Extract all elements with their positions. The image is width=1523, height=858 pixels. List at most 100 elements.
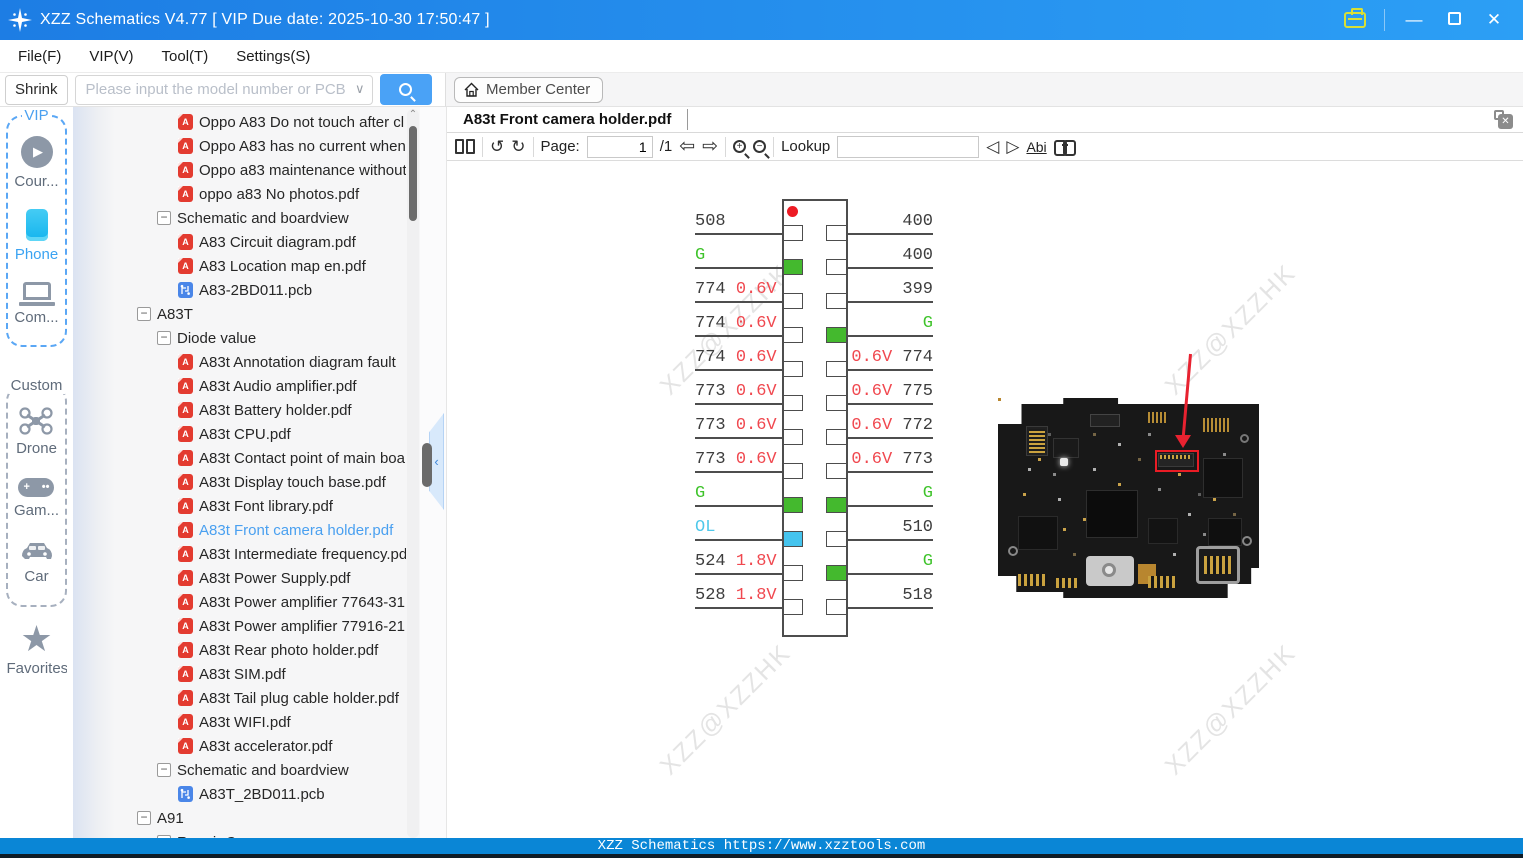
- rotate-right-icon[interactable]: ↻: [511, 138, 525, 155]
- pin-lead-line: [695, 539, 783, 541]
- shrink-button[interactable]: Shrink: [5, 75, 68, 105]
- chevron-down-icon[interactable]: ∨: [355, 81, 365, 97]
- tree-item[interactable]: AA83t Audio amplifier.pdf: [73, 374, 406, 398]
- maximize-button[interactable]: [1443, 10, 1465, 30]
- lookup-label: Lookup: [781, 138, 830, 155]
- pin-lead-line: [847, 573, 933, 575]
- connector-pin-right: [826, 225, 847, 241]
- rotate-left-icon[interactable]: ↺: [490, 138, 504, 155]
- highlight-box: [1155, 450, 1199, 472]
- page-number-input[interactable]: [587, 136, 653, 158]
- pdf-icon: A: [178, 738, 193, 754]
- pin-lead-line: [847, 539, 933, 541]
- sidebar-item-drone[interactable]: Drone: [16, 407, 57, 457]
- tree-item[interactable]: −Repair Case: [73, 830, 406, 838]
- tree-item[interactable]: AA83t Annotation diagram fault: [73, 350, 406, 374]
- sidebar-item-car[interactable]: Car: [19, 539, 55, 585]
- sidebar-item-game[interactable]: +•• Gam...: [14, 478, 59, 519]
- menu-file[interactable]: File(F): [4, 48, 75, 65]
- tree-item[interactable]: AA83t Front camera holder.pdf: [73, 518, 406, 542]
- menu-tool[interactable]: Tool(T): [148, 48, 223, 65]
- connector-pin-right: [826, 599, 847, 615]
- page-back-icon[interactable]: ⇦: [679, 137, 695, 156]
- sidebar-item-favorites[interactable]: ★ Favorites: [0, 622, 73, 677]
- tree-item[interactable]: A83-2BD011.pcb: [73, 278, 406, 302]
- collapse-icon[interactable]: −: [137, 307, 151, 321]
- splitter-scrollbar-thumb[interactable]: [422, 443, 432, 487]
- menu-settings[interactable]: Settings(S): [222, 48, 324, 65]
- tab-label: A83t Front camera holder.pdf: [463, 111, 671, 128]
- tree-item[interactable]: AA83t Power amplifier 77916-21.: [73, 614, 406, 638]
- tab-front-camera-holder[interactable]: A83t Front camera holder.pdf: [447, 107, 687, 132]
- panel-splitter[interactable]: ‹: [420, 107, 446, 838]
- tree-item[interactable]: AA83t Font library.pdf: [73, 494, 406, 518]
- tree-item[interactable]: AA83t accelerator.pdf: [73, 734, 406, 758]
- text-select-abi-icon[interactable]: Abi: [1026, 139, 1046, 155]
- tree-item[interactable]: −A91: [73, 806, 406, 830]
- search-input[interactable]: [75, 75, 373, 105]
- tree-item[interactable]: AA83t Display touch base.pdf: [73, 470, 406, 494]
- tree-item[interactable]: AA83t WIFI.pdf: [73, 710, 406, 734]
- pdf-icon: A: [178, 114, 193, 130]
- minimize-button[interactable]: —: [1403, 10, 1425, 30]
- close-button[interactable]: ✕: [1483, 10, 1505, 30]
- pin-label-right: 510: [847, 518, 933, 537]
- tree-item[interactable]: AA83t Intermediate frequency.pd: [73, 542, 406, 566]
- pdf-viewer[interactable]: XZZ@XZZHK XZZ@XZZHK XZZ@XZZHK XZZ@XZZHK …: [447, 161, 1523, 838]
- pin-lead-line: [695, 369, 783, 371]
- close-all-tabs-button[interactable]: ✕: [1494, 110, 1513, 129]
- search-area: Shrink ∨: [0, 73, 446, 107]
- titlebar-divider: [1384, 9, 1385, 31]
- tree-item[interactable]: AOppo A83 Do not touch after cl: [73, 110, 406, 134]
- zoom-out-icon[interactable]: −: [753, 140, 766, 153]
- connector-pin-left: [783, 361, 803, 377]
- tree-item[interactable]: AA83t Contact point of main boa: [73, 446, 406, 470]
- tree-item[interactable]: Aoppo a83 No photos.pdf: [73, 182, 406, 206]
- tree-item[interactable]: AA83t Battery holder.pdf: [73, 398, 406, 422]
- tree-item[interactable]: −Schematic and boardview: [73, 758, 406, 782]
- pdf-icon: A: [178, 522, 193, 538]
- find-previous-icon[interactable]: ◁: [986, 138, 999, 155]
- vip-briefcase-icon[interactable]: [1344, 12, 1366, 28]
- tree-item[interactable]: −A83T: [73, 302, 406, 326]
- lookup-input[interactable]: [837, 136, 979, 158]
- tree-item[interactable]: −Diode value: [73, 326, 406, 350]
- pin-label-right: 0.6V 774: [847, 348, 933, 367]
- sidebar-item-phone[interactable]: Phone: [15, 209, 58, 263]
- collapse-icon[interactable]: −: [157, 211, 171, 225]
- search-button[interactable]: [380, 74, 432, 105]
- tree-scrollbar[interactable]: ⌃: [407, 109, 419, 838]
- tree-item[interactable]: −Schematic and boardview: [73, 206, 406, 230]
- member-center-button[interactable]: Member Center: [454, 77, 603, 103]
- tree-item[interactable]: AOppo a83 maintenance without: [73, 158, 406, 182]
- pdf-icon: A: [178, 450, 193, 466]
- tree-item-label: A83t CPU.pdf: [199, 426, 291, 443]
- tree-item[interactable]: A83T_2BD011.pcb: [73, 782, 406, 806]
- tree-item[interactable]: AA83t Tail plug cable holder.pdf: [73, 686, 406, 710]
- zoom-in-icon[interactable]: +: [733, 140, 746, 153]
- tree-scrollbar-thumb[interactable]: [409, 126, 417, 221]
- page-forward-icon[interactable]: ⇨: [702, 137, 718, 156]
- pin-lead-line: [847, 471, 933, 473]
- collapse-icon[interactable]: −: [157, 763, 171, 777]
- two-page-view-icon[interactable]: [455, 139, 475, 154]
- collapse-icon[interactable]: −: [157, 331, 171, 345]
- tree-item[interactable]: AA83t Power amplifier 77643-31.: [73, 590, 406, 614]
- menu-vip[interactable]: VIP(V): [75, 48, 147, 65]
- tree-item[interactable]: AA83t CPU.pdf: [73, 422, 406, 446]
- binoculars-search-icon[interactable]: [1054, 140, 1076, 153]
- tree-item[interactable]: AA83t SIM.pdf: [73, 662, 406, 686]
- scroll-up-icon[interactable]: ⌃: [407, 109, 419, 120]
- tree-item[interactable]: AA83 Circuit diagram.pdf: [73, 230, 406, 254]
- connector-pin-right: [826, 497, 847, 513]
- tree-item[interactable]: AOppo A83 has no current when: [73, 134, 406, 158]
- tree-item[interactable]: AA83t Power Supply.pdf: [73, 566, 406, 590]
- tree-item[interactable]: AA83t Rear photo holder.pdf: [73, 638, 406, 662]
- sidebar-item-course[interactable]: ▶ Cour...: [14, 136, 58, 190]
- tree-item[interactable]: AA83 Location map en.pdf: [73, 254, 406, 278]
- collapse-icon[interactable]: −: [157, 835, 171, 838]
- find-next-icon[interactable]: ▷: [1006, 138, 1019, 155]
- sidebar-item-computer[interactable]: Com...: [14, 282, 58, 326]
- collapse-icon[interactable]: −: [137, 811, 151, 825]
- tree-item-label: Schematic and boardview: [177, 210, 349, 227]
